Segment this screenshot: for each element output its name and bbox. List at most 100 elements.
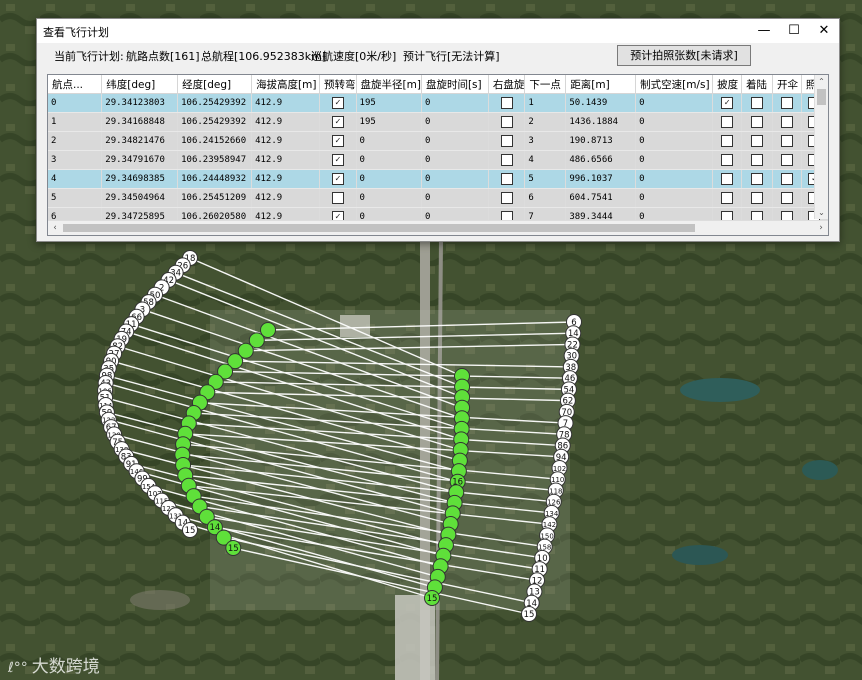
table-cell[interactable]: 604.7541: [565, 188, 637, 208]
checkbox-cell[interactable]: [741, 188, 773, 208]
checkbox-icon[interactable]: [780, 116, 793, 128]
column-header[interactable]: 纬度[deg]: [101, 75, 179, 94]
table-cell[interactable]: 0: [421, 169, 489, 189]
checkbox-icon[interactable]: [721, 154, 734, 166]
table-cell[interactable]: 50.1439: [565, 93, 637, 113]
table-cell[interactable]: 412.9: [251, 93, 321, 113]
close-button[interactable]: ✕: [809, 19, 839, 43]
table-cell[interactable]: 996.1037: [565, 169, 637, 189]
table-cell[interactable]: 412.9: [251, 112, 321, 132]
table-cell[interactable]: 29.34168848: [101, 112, 179, 132]
checkbox-cell[interactable]: [712, 150, 743, 170]
checkbox-cell[interactable]: ✓: [319, 169, 357, 189]
table-cell[interactable]: 29.34821476: [101, 131, 179, 151]
checkbox-cell[interactable]: ✓: [319, 93, 357, 113]
table-cell[interactable]: 412.9: [251, 169, 321, 189]
checkbox-cell[interactable]: ✓: [712, 93, 743, 113]
table-cell[interactable]: 3: [524, 131, 567, 151]
checkbox-cell[interactable]: [741, 169, 773, 189]
table-cell[interactable]: 0: [635, 112, 714, 132]
table-cell[interactable]: 1: [524, 93, 567, 113]
table-cell[interactable]: 6: [524, 188, 567, 208]
table-cell[interactable]: 412.9: [251, 150, 321, 170]
table-cell[interactable]: 0: [356, 150, 422, 170]
checkbox-cell[interactable]: [772, 150, 802, 170]
checkbox-icon[interactable]: [780, 192, 793, 204]
table-cell[interactable]: 106.25451209: [177, 188, 253, 208]
waypoint-marker[interactable]: 15: [182, 522, 198, 538]
checkbox-checked-icon[interactable]: ✓: [331, 135, 344, 147]
checkbox-icon[interactable]: [500, 173, 513, 185]
checkbox-icon[interactable]: [721, 116, 734, 128]
checkbox-cell[interactable]: [741, 112, 773, 132]
checkbox-icon[interactable]: [721, 173, 734, 185]
table-cell[interactable]: 0: [48, 93, 103, 113]
title-bar[interactable]: 查看飞行计划 — ☐ ✕: [37, 19, 839, 43]
checkbox-cell[interactable]: [488, 150, 526, 170]
table-row[interactable]: 0 29.34123803 106.25429392 412.9 ✓ 195 0 1 50.14…: [48, 93, 828, 113]
checkbox-icon[interactable]: [751, 116, 763, 128]
minimize-button[interactable]: —: [749, 19, 779, 43]
table-row[interactable]: 1 29.34168848 106.25429392 412.9 ✓ 195 0 2 1436.…: [48, 112, 828, 132]
checkbox-checked-icon[interactable]: ✓: [331, 116, 344, 128]
column-header[interactable]: 制式空速[m/s]: [635, 75, 714, 94]
column-header[interactable]: 着陆: [741, 75, 773, 94]
table-cell[interactable]: 106.25429392: [177, 112, 253, 132]
checkbox-cell[interactable]: [712, 112, 743, 132]
table-cell[interactable]: 5: [524, 169, 567, 189]
table-cell[interactable]: 5: [48, 188, 103, 208]
table-cell[interactable]: 29.34123803: [101, 93, 179, 113]
column-header[interactable]: 经度[deg]: [177, 75, 253, 94]
table-cell[interactable]: 0: [356, 131, 422, 151]
checkbox-cell[interactable]: [488, 188, 526, 208]
checkbox-cell[interactable]: [488, 93, 526, 113]
table-cell[interactable]: 0: [635, 188, 714, 208]
checkbox-cell[interactable]: [741, 131, 773, 151]
column-header[interactable]: 盘旋时间[s]: [421, 75, 489, 94]
table-cell[interactable]: 0: [635, 93, 714, 113]
table-cell[interactable]: 0: [421, 131, 489, 151]
checkbox-icon[interactable]: [751, 97, 763, 109]
scroll-down-icon[interactable]: ⌄: [815, 206, 828, 219]
vertical-scrollbar[interactable]: ⌃ ⌄: [814, 75, 828, 219]
table-cell[interactable]: 0: [356, 169, 422, 189]
table-cell[interactable]: 0: [421, 188, 489, 208]
checkbox-cell[interactable]: [772, 93, 802, 113]
table-cell[interactable]: 2: [48, 131, 103, 151]
checkbox-icon[interactable]: [751, 135, 763, 147]
scroll-right-icon[interactable]: ›: [814, 221, 828, 235]
checkbox-cell[interactable]: [772, 112, 802, 132]
horizontal-scroll-thumb[interactable]: [63, 224, 695, 232]
column-header[interactable]: 航点...: [48, 75, 103, 94]
checkbox-icon[interactable]: [500, 116, 513, 128]
checkbox-cell[interactable]: ✓: [319, 112, 357, 132]
table-cell[interactable]: 2: [524, 112, 567, 132]
table-row[interactable]: 4 29.34698385 106.24448932 412.9 ✓ 0 0 5 996.103…: [48, 169, 828, 189]
checkbox-icon[interactable]: [780, 135, 793, 147]
checkbox-icon[interactable]: [500, 192, 513, 204]
checkbox-icon[interactable]: [331, 192, 344, 204]
table-cell[interactable]: 486.6566: [565, 150, 637, 170]
table-cell[interactable]: 0: [421, 150, 489, 170]
table-cell[interactable]: 0: [635, 131, 714, 151]
table-cell[interactable]: 106.24152660: [177, 131, 253, 151]
table-cell[interactable]: 195: [356, 112, 422, 132]
checkbox-cell[interactable]: [772, 131, 802, 151]
checkbox-icon[interactable]: [500, 97, 513, 109]
checkbox-checked-icon[interactable]: ✓: [721, 97, 734, 109]
waypoint-marker[interactable]: 15: [521, 606, 537, 622]
table-cell[interactable]: 1: [48, 112, 103, 132]
checkbox-icon[interactable]: [751, 154, 763, 166]
table-cell[interactable]: 4: [48, 169, 103, 189]
checkbox-checked-icon[interactable]: ✓: [331, 154, 344, 166]
checkbox-icon[interactable]: [780, 154, 793, 166]
column-header[interactable]: 披度: [712, 75, 743, 94]
table-cell[interactable]: 106.23958947: [177, 150, 253, 170]
table-cell[interactable]: 4: [524, 150, 567, 170]
checkbox-cell[interactable]: [712, 188, 743, 208]
column-header[interactable]: 盘旋半径[m]: [356, 75, 422, 94]
table-cell[interactable]: 106.25429392: [177, 93, 253, 113]
scroll-up-icon[interactable]: ⌃: [815, 75, 828, 88]
table-cell[interactable]: 412.9: [251, 188, 321, 208]
column-header[interactable]: 距离[m]: [565, 75, 637, 94]
